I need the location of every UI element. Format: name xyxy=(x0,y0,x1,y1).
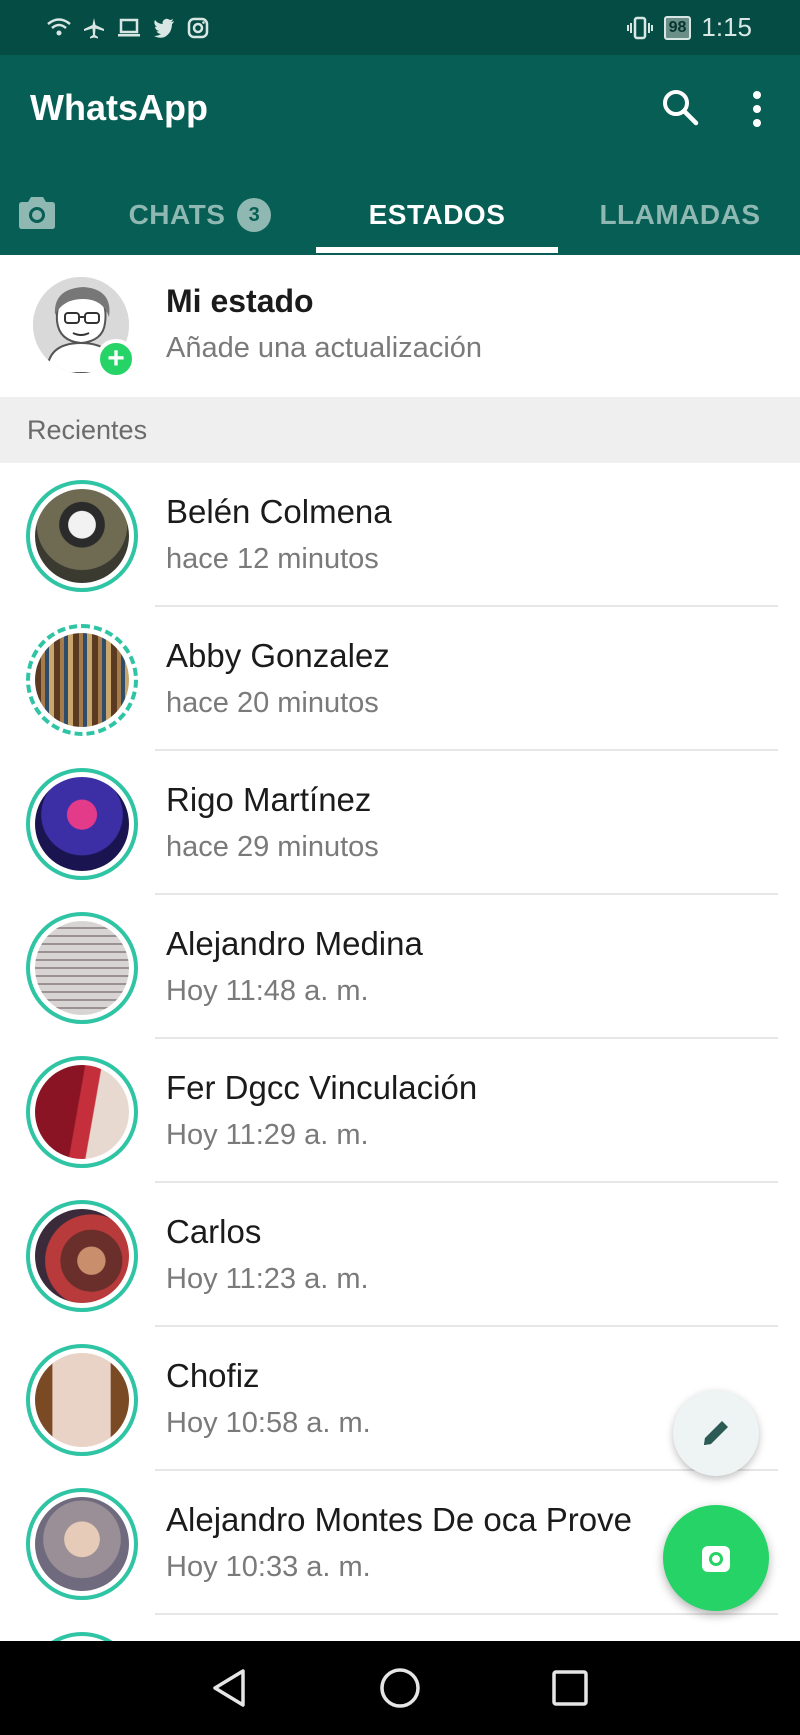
avatar xyxy=(35,777,129,871)
contact-name: Abby Gonzalez xyxy=(166,637,390,674)
status-time: Hoy 11:23 a. m. xyxy=(166,1263,369,1295)
unread-badge: 3 xyxy=(237,198,272,232)
tab-llamadas-label: LLAMADAS xyxy=(599,199,761,230)
camera-icon xyxy=(702,1546,730,1572)
avatar xyxy=(35,1497,129,1591)
list-item[interactable]: Abby Gonzalez hace 20 minutos xyxy=(0,607,800,751)
twitter-icon xyxy=(154,18,174,38)
text-status-button[interactable] xyxy=(673,1390,759,1476)
status-time: hace 20 minutos xyxy=(166,687,379,719)
status-ring xyxy=(26,768,138,880)
tab-estados[interactable]: ESTADOS xyxy=(316,175,558,255)
home-icon[interactable] xyxy=(375,1663,425,1713)
status-time: hace 29 minutos xyxy=(166,831,379,863)
my-status-title: Mi estado xyxy=(166,283,314,319)
app-bar: WhatsApp CHATS 3 ESTADOS LLAMADAS xyxy=(0,55,800,255)
battery-icon: 98 xyxy=(663,15,692,40)
tab-chats-label: CHATS xyxy=(128,199,226,230)
app-title: WhatsApp xyxy=(30,87,208,128)
status-ring xyxy=(26,1488,138,1600)
tab-indicator xyxy=(316,247,558,253)
search-icon[interactable] xyxy=(660,87,700,127)
tab-estados-label: ESTADOS xyxy=(368,199,506,230)
status-time: Hoy 10:33 a. m. xyxy=(166,1551,371,1583)
status-ring xyxy=(26,1200,138,1312)
avatar xyxy=(35,1353,129,1447)
wifi-icon xyxy=(47,17,71,35)
avatar xyxy=(35,1065,129,1159)
notification-icons xyxy=(46,16,210,40)
clock: 1:15 xyxy=(701,12,752,42)
contact-name: Rigo Martínez xyxy=(166,781,372,818)
tab-bar: CHATS 3 ESTADOS LLAMADAS xyxy=(0,175,800,255)
list-item[interactable]: Belén Colmena hace 12 minutos xyxy=(0,463,800,607)
status-ring xyxy=(26,1056,138,1168)
status-time: Hoy 10:58 a. m. xyxy=(166,1407,371,1439)
list-item[interactable]: Rigo Martínez hace 29 minutos xyxy=(0,751,800,895)
status-ring xyxy=(26,912,138,1024)
my-status-row[interactable]: + Mi estado Añade una actualización xyxy=(0,255,800,397)
status-time: Hoy 11:29 a. m. xyxy=(166,1119,369,1151)
contact-name: Fer Dgcc Vinculación xyxy=(166,1069,478,1106)
avatar xyxy=(35,489,129,583)
status-list: Belén Colmena hace 12 minutos Abby Gonza… xyxy=(0,463,800,1655)
recents-icon[interactable] xyxy=(545,1663,595,1713)
instagram-icon xyxy=(187,17,209,38)
vibrate-icon xyxy=(626,16,653,39)
status-ring xyxy=(26,480,138,592)
system-status: 98 1:15 xyxy=(626,12,752,43)
contact-name: Belén Colmena xyxy=(166,493,392,530)
section-header-recientes: Recientes xyxy=(0,397,800,463)
status-bar: 98 1:15 xyxy=(0,0,800,55)
list-item[interactable]: Alejandro Medina Hoy 11:48 a. m. xyxy=(0,895,800,1039)
more-vert-icon[interactable] xyxy=(745,89,769,129)
contact-name: Alejandro Montes De oca Prove xyxy=(166,1501,632,1538)
list-item[interactable]: Carlos Hoy 11:23 a. m. xyxy=(0,1183,800,1327)
my-status-subtitle: Añade una actualización xyxy=(166,332,483,364)
avatar xyxy=(35,921,129,1015)
airplane-icon xyxy=(84,17,104,38)
laptop-icon xyxy=(118,18,140,36)
camera-status-button[interactable] xyxy=(663,1505,769,1611)
camera-icon[interactable] xyxy=(16,193,58,233)
status-ring xyxy=(26,1344,138,1456)
contact-name: Alejandro Medina xyxy=(166,925,423,962)
status-ring xyxy=(26,624,138,736)
add-status-icon[interactable]: + xyxy=(96,339,136,379)
status-time: hace 12 minutos xyxy=(166,543,379,575)
system-nav-bar xyxy=(0,1641,800,1735)
status-time: Hoy 11:48 a. m. xyxy=(166,975,369,1007)
contact-name: Chofiz xyxy=(166,1357,260,1394)
back-icon[interactable] xyxy=(205,1663,255,1713)
contact-name: Carlos xyxy=(166,1213,262,1250)
list-item[interactable]: Fer Dgcc Vinculación Hoy 11:29 a. m. xyxy=(0,1039,800,1183)
tab-chats[interactable]: CHATS 3 xyxy=(100,175,300,255)
avatar xyxy=(35,1209,129,1303)
avatar xyxy=(35,633,129,727)
tab-llamadas[interactable]: LLAMADAS xyxy=(570,175,790,255)
pencil-icon xyxy=(704,1421,728,1445)
